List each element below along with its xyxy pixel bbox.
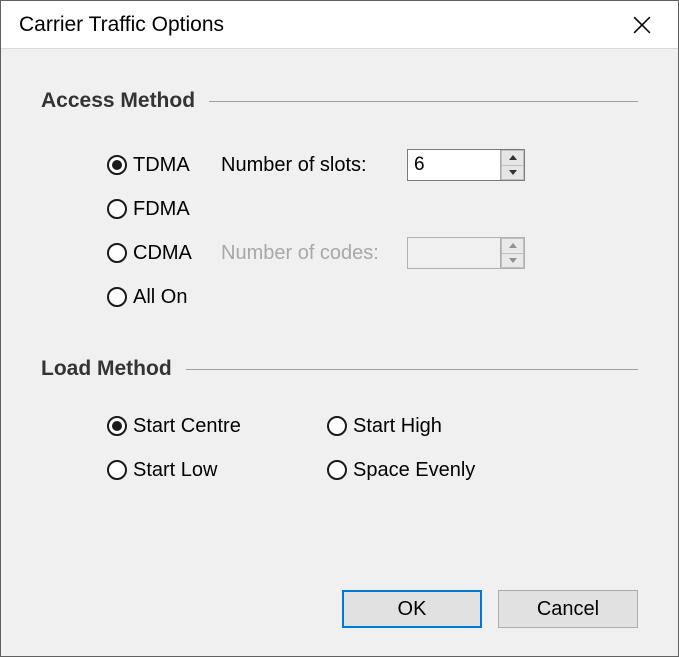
slots-spin-buttons [500, 150, 524, 180]
access-row-tdma: TDMA Number of slots: [107, 143, 638, 187]
group-label-load: Load Method [41, 357, 172, 381]
radio-all-on[interactable]: All On [107, 286, 221, 309]
radio-circle-icon [107, 416, 127, 436]
radio-circle-icon [107, 243, 127, 263]
close-button[interactable] [622, 5, 662, 45]
chevron-up-icon [509, 155, 517, 160]
dialog-body: Access Method TDMA Number of slots: [1, 49, 678, 656]
radio-circle-icon [107, 460, 127, 480]
dialog-footer: OK Cancel [342, 590, 638, 628]
ok-button[interactable]: OK [342, 590, 482, 628]
group-access-method: Access Method TDMA Number of slots: [41, 89, 638, 319]
radio-label-cdma: CDMA [133, 242, 192, 265]
radio-cdma[interactable]: CDMA [107, 242, 221, 265]
access-grid: TDMA Number of slots: FDMA [41, 143, 638, 319]
codes-label: Number of codes: [221, 242, 407, 265]
group-header-access: Access Method [41, 89, 638, 113]
codes-down-button [501, 253, 524, 269]
radio-start-centre[interactable]: Start Centre [107, 411, 327, 441]
codes-input [408, 238, 500, 268]
access-row-all-on: All On [107, 275, 638, 319]
cancel-button[interactable]: Cancel [498, 590, 638, 628]
group-label-access: Access Method [41, 89, 195, 113]
codes-spinner [407, 237, 525, 269]
radio-label-tdma: TDMA [133, 154, 190, 177]
radio-circle-icon [107, 199, 127, 219]
codes-spin-buttons [500, 238, 524, 268]
group-header-load: Load Method [41, 357, 638, 381]
radio-start-high[interactable]: Start High [327, 411, 547, 441]
chevron-down-icon [509, 170, 517, 175]
radio-circle-icon [107, 287, 127, 307]
access-row-fdma: FDMA [107, 187, 638, 231]
slots-label: Number of slots: [221, 154, 407, 177]
dialog-window: Carrier Traffic Options Access Method TD… [0, 0, 679, 657]
radio-fdma[interactable]: FDMA [107, 198, 221, 221]
slots-input[interactable] [408, 150, 500, 180]
load-grid: Start Centre Start High Start Low Space … [41, 411, 638, 485]
slots-spinner [407, 149, 525, 181]
codes-up-button [501, 238, 524, 253]
close-icon [633, 16, 651, 34]
slots-up-button[interactable] [501, 150, 524, 165]
group-divider [186, 369, 638, 370]
radio-label-fdma: FDMA [133, 198, 190, 221]
radio-space-evenly[interactable]: Space Evenly [327, 455, 547, 485]
radio-circle-icon [327, 416, 347, 436]
group-divider [209, 101, 638, 102]
radio-label-start-centre: Start Centre [133, 415, 241, 438]
radio-label-all-on: All On [133, 286, 187, 309]
radio-tdma[interactable]: TDMA [107, 154, 221, 177]
radio-start-low[interactable]: Start Low [107, 455, 327, 485]
group-load-method: Load Method Start Centre Start High Star… [41, 357, 638, 485]
chevron-down-icon [509, 258, 517, 263]
radio-label-start-high: Start High [353, 415, 442, 438]
access-row-cdma: CDMA Number of codes: [107, 231, 638, 275]
radio-circle-icon [327, 460, 347, 480]
slots-down-button[interactable] [501, 165, 524, 181]
window-title: Carrier Traffic Options [19, 13, 622, 37]
chevron-up-icon [509, 243, 517, 248]
radio-circle-icon [107, 155, 127, 175]
titlebar: Carrier Traffic Options [1, 1, 678, 49]
radio-label-start-low: Start Low [133, 459, 217, 482]
radio-label-space-evenly: Space Evenly [353, 459, 475, 482]
